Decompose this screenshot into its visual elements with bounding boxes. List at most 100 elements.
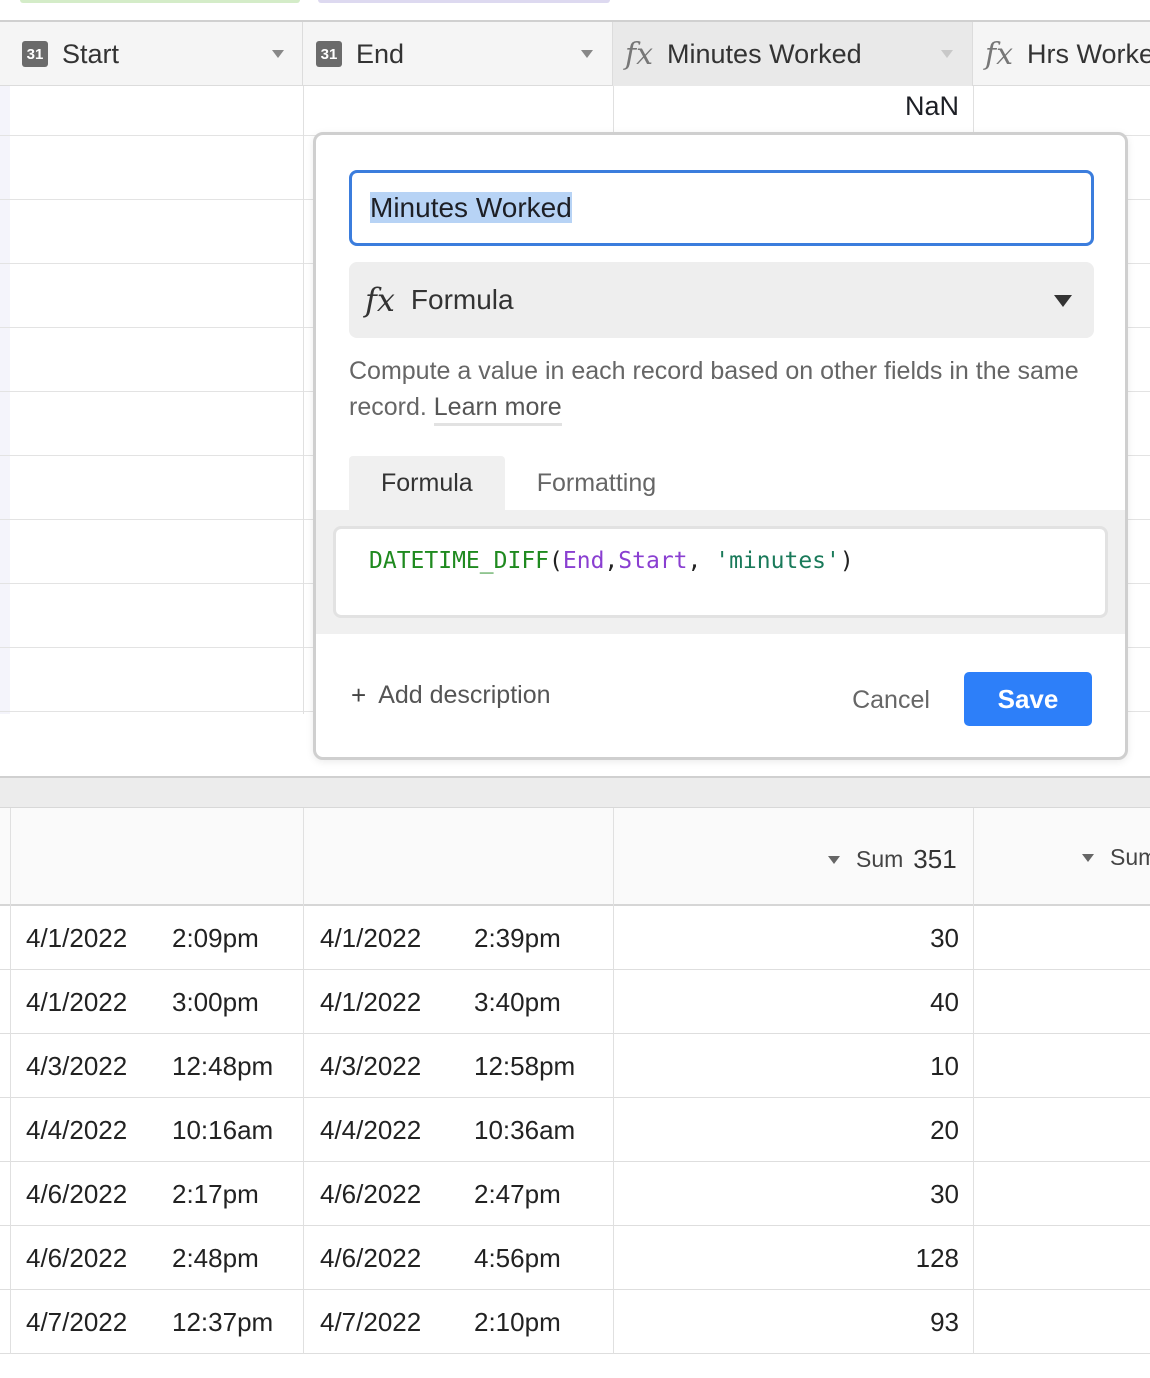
column-header-hrs-worked[interactable]: fx Hrs Worke	[973, 22, 1150, 86]
field-name-value: Minutes Worked	[370, 192, 572, 223]
minutes-worked-cell[interactable]: 30	[859, 906, 959, 970]
column-header-start[interactable]: 31 Start	[10, 22, 303, 86]
chevron-down-icon[interactable]	[272, 50, 284, 58]
plus-icon: +	[351, 680, 367, 710]
table-row[interactable]: 4/6/2022 2:17pm 4/6/2022 2:47pm 30	[0, 1162, 1150, 1226]
column-header-label: Minutes Worked	[667, 38, 862, 69]
minutes-worked-cell[interactable]: 20	[859, 1098, 959, 1162]
minutes-worked-cell[interactable]: 10	[859, 1034, 959, 1098]
row-gutter-divider	[10, 1290, 11, 1354]
end-date-cell[interactable]: 4/7/2022	[320, 1290, 421, 1354]
calendar-icon: 31	[316, 41, 342, 67]
minutes-worked-cell[interactable]: 40	[859, 970, 959, 1034]
minutes-worked-cell[interactable]: 30	[859, 1162, 959, 1226]
end-date-cell[interactable]: 4/4/2022	[320, 1098, 421, 1162]
start-time-cell[interactable]: 12:37pm	[172, 1290, 273, 1354]
column-divider	[973, 1098, 974, 1162]
column-divider	[613, 1034, 614, 1098]
formula-paren: (	[549, 548, 563, 574]
formula-string-literal: 'minutes'	[715, 548, 840, 574]
table-row[interactable]: 4/1/2022 2:09pm 4/1/2022 2:39pm 30	[0, 906, 1150, 970]
formula-paren: )	[839, 548, 854, 574]
table-row[interactable]: 4/6/2022 2:48pm 4/6/2022 4:56pm 128	[0, 1226, 1150, 1290]
column-divider	[303, 970, 304, 1034]
start-date-cell[interactable]: 4/1/2022	[26, 906, 127, 970]
start-date-cell[interactable]: 4/6/2022	[26, 1162, 127, 1226]
start-date-cell[interactable]: 4/6/2022	[26, 1226, 127, 1290]
formula-panel: DATETIME_DIFF(End,Start, 'minutes')	[316, 510, 1125, 634]
field-name-input[interactable]: Minutes Worked	[349, 170, 1094, 246]
start-date-cell[interactable]: 4/3/2022	[26, 1034, 127, 1098]
calendar-icon: 31	[22, 41, 48, 67]
end-date-cell[interactable]: 4/3/2022	[320, 1034, 421, 1098]
chevron-down-icon	[1054, 295, 1072, 307]
start-time-cell[interactable]: 2:48pm	[172, 1226, 259, 1290]
end-time-cell[interactable]: 3:40pm	[474, 970, 561, 1034]
start-time-cell[interactable]: 10:16am	[172, 1098, 273, 1162]
column-header-label: Hrs Worke	[1027, 38, 1150, 69]
column-divider	[303, 86, 304, 714]
formula-function: DATETIME_DIFF	[369, 548, 550, 574]
summary-label: Sum	[1110, 844, 1150, 870]
chevron-down-icon[interactable]	[941, 50, 953, 58]
chevron-down-icon[interactable]	[581, 50, 593, 58]
minutes-sum-summary[interactable]: Sum 351	[828, 844, 957, 875]
start-time-cell[interactable]: 3:00pm	[172, 970, 259, 1034]
end-time-cell[interactable]: 2:10pm	[474, 1290, 561, 1354]
cancel-button[interactable]: Cancel	[843, 676, 939, 724]
start-time-cell[interactable]: 2:17pm	[172, 1162, 259, 1226]
field-editor-dialog: Minutes Worked fx Formula Compute a valu…	[313, 132, 1128, 760]
formula-editor[interactable]: DATETIME_DIFF(End,Start, 'minutes')	[333, 526, 1108, 618]
minutes-worked-cell[interactable]: 128	[859, 1226, 959, 1290]
chevron-down-icon	[828, 855, 840, 864]
formula-field-ref: End	[562, 548, 605, 574]
start-date-cell[interactable]: 4/7/2022	[26, 1290, 127, 1354]
end-time-cell[interactable]: 4:56pm	[474, 1226, 561, 1290]
hours-sum-summary[interactable]: Sum	[1082, 844, 1150, 871]
column-divider	[303, 1034, 304, 1098]
end-time-cell[interactable]: 10:36am	[474, 1098, 575, 1162]
end-time-cell[interactable]: 12:58pm	[474, 1034, 575, 1098]
table-row[interactable]: 4/4/2022 10:16am 4/4/2022 10:36am 20	[0, 1098, 1150, 1162]
column-divider	[613, 1226, 614, 1290]
end-date-cell[interactable]: 4/6/2022	[320, 1162, 421, 1226]
formula-comma: ,	[604, 548, 619, 574]
tab-formatting[interactable]: Formatting	[505, 456, 688, 510]
column-divider	[973, 1162, 974, 1226]
field-type-select[interactable]: fx Formula	[349, 262, 1094, 338]
table-row[interactable]: 4/1/2022 3:00pm 4/1/2022 3:40pm 40	[0, 970, 1150, 1034]
start-date-cell[interactable]: 4/1/2022	[26, 970, 127, 1034]
end-time-cell[interactable]: 2:47pm	[474, 1162, 561, 1226]
end-date-cell[interactable]: 4/1/2022	[320, 970, 421, 1034]
start-time-cell[interactable]: 12:48pm	[172, 1034, 273, 1098]
field-type-label: Formula	[410, 284, 514, 315]
minutes-worked-cell[interactable]: 93	[859, 1290, 959, 1354]
end-time-cell[interactable]: 2:39pm	[474, 906, 561, 970]
column-header-minutes-worked[interactable]: fx Minutes Worked	[613, 22, 973, 86]
tab-formula[interactable]: Formula	[349, 456, 505, 510]
editor-tabs: Formula Formatting	[349, 456, 688, 510]
add-description-label: Add description	[378, 681, 551, 709]
end-date-cell[interactable]: 4/1/2022	[320, 906, 421, 970]
column-divider	[613, 970, 614, 1034]
column-divider	[613, 1290, 614, 1354]
minutes-worked-cell[interactable]: NaN	[614, 86, 959, 126]
table-row[interactable]	[0, 86, 1150, 136]
table-row[interactable]: 4/3/2022 12:48pm 4/3/2022 12:58pm 10	[0, 1034, 1150, 1098]
table-row[interactable]: 4/7/2022 12:37pm 4/7/2022 2:10pm 93	[0, 1290, 1150, 1354]
group-separator	[0, 776, 1150, 808]
learn-more-link[interactable]: Learn more	[433, 393, 562, 426]
start-date-cell[interactable]: 4/4/2022	[26, 1098, 127, 1162]
save-button[interactable]: Save	[964, 672, 1092, 726]
formula-icon: fx	[985, 36, 1014, 72]
column-divider	[303, 1226, 304, 1290]
column-divider	[973, 1034, 974, 1098]
column-header-label: Start	[62, 38, 120, 69]
field-type-description: Compute a value in each record based on …	[349, 353, 1094, 426]
add-description-button[interactable]: + Add description	[351, 680, 551, 711]
start-time-cell[interactable]: 2:09pm	[172, 906, 259, 970]
column-header-end[interactable]: 31 End	[303, 22, 613, 86]
column-divider	[303, 1162, 304, 1226]
end-date-cell[interactable]: 4/6/2022	[320, 1226, 421, 1290]
row-gutter-divider	[10, 906, 11, 970]
